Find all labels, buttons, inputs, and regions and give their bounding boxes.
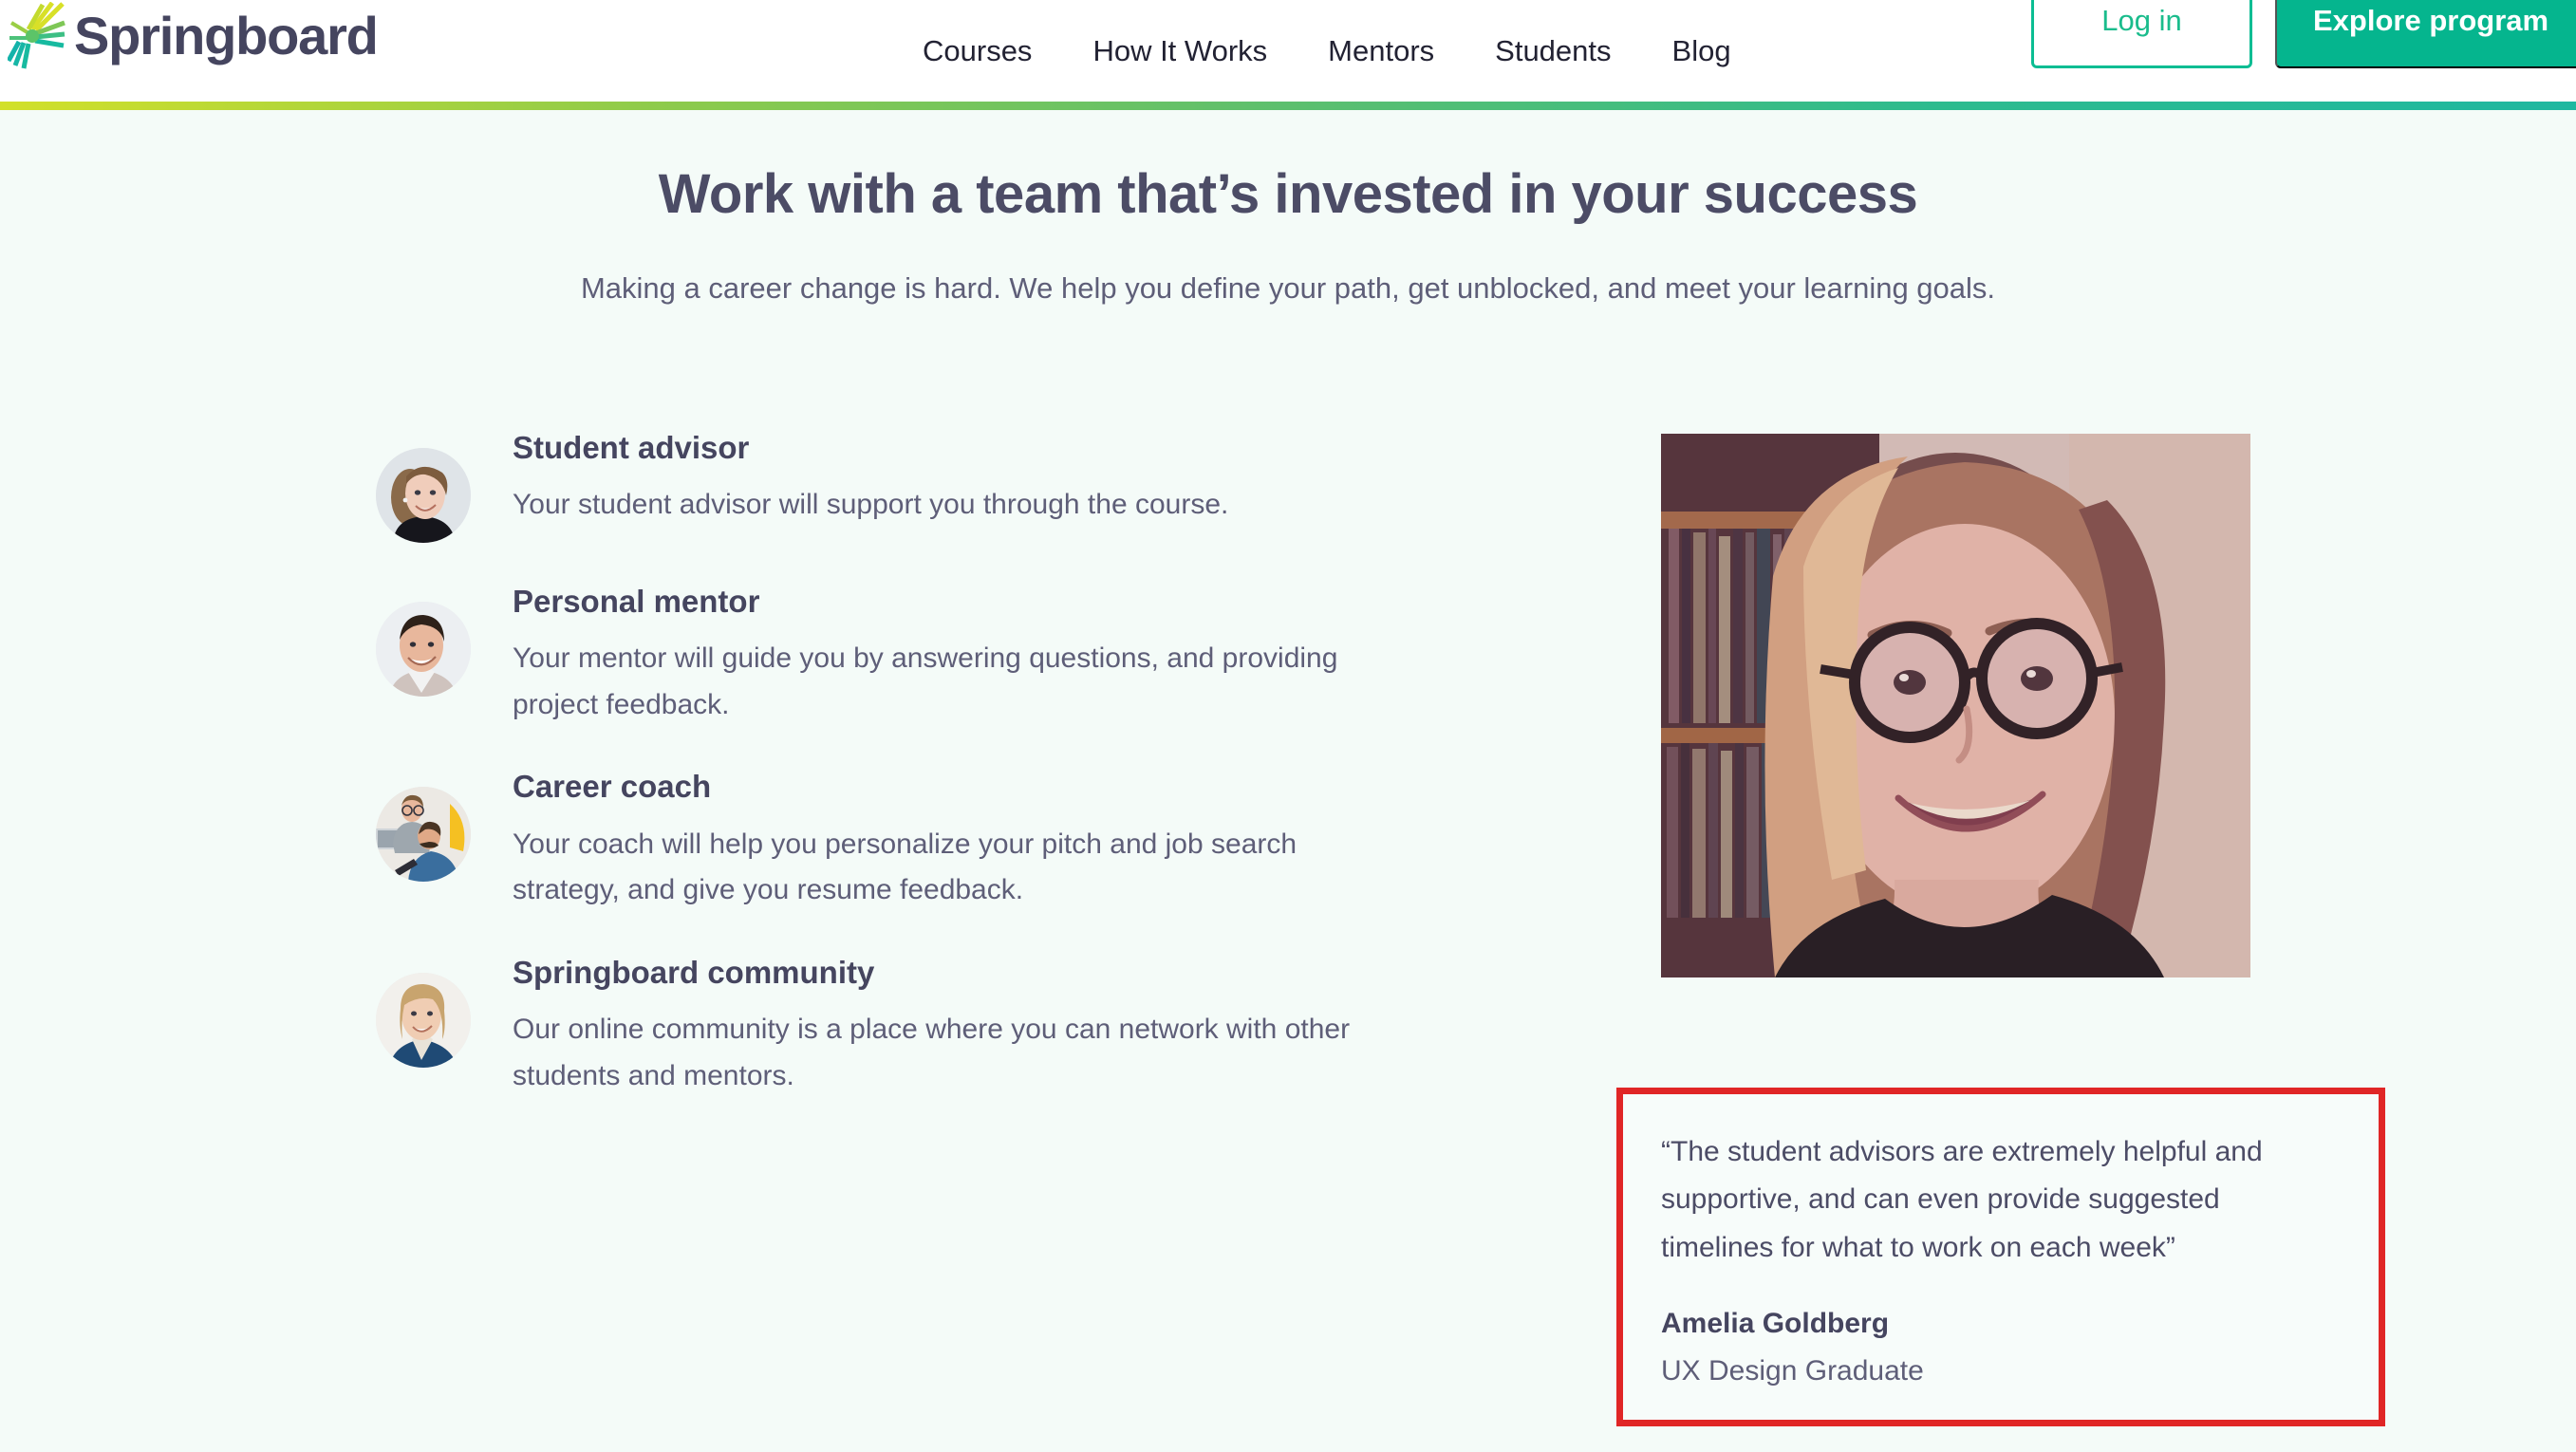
feature-title: Student advisor	[513, 430, 750, 465]
list-item: Career coach Your coach will help you pe…	[376, 770, 1477, 913]
header-actions: Log in Explore program	[2031, 0, 2576, 68]
explore-program-button[interactable]: Explore program	[2275, 0, 2576, 68]
nav-link-blog[interactable]: Blog	[1642, 36, 1762, 65]
testimonial-author-role: UX Design Graduate	[1661, 1355, 1924, 1387]
page-subtitle: Making a career change is hard. We help …	[580, 271, 1996, 305]
feature-description: Your coach will help you personalize you…	[513, 828, 1297, 906]
page-title: Work with a team that’s invested in your…	[658, 163, 1918, 225]
testimonial-quote: “The student advisors are extremely help…	[1661, 1136, 2263, 1263]
feature-description: Our online community is a place where yo…	[513, 1014, 1351, 1091]
avatar-student-advisor	[376, 448, 471, 543]
page-main: Work with a team that’s invested in your…	[0, 110, 2576, 1452]
feature-description: Your mentor will guide you by answering …	[513, 642, 1338, 720]
feature-list: Student advisor Your student advisor wil…	[376, 430, 1477, 1141]
testimonial-highlight-box: “The student advisors are extremely help…	[1616, 1088, 2385, 1427]
avatar-career-coach	[376, 787, 471, 883]
brand-wordmark: Springboard	[74, 6, 379, 65]
feature-title: Career coach	[513, 769, 712, 805]
feature-title: Personal mentor	[513, 584, 760, 619]
feature-text: Springboard community Our online communi…	[513, 954, 1405, 1099]
nav-link-students[interactable]: Students	[1465, 36, 1641, 65]
nav-link-courses[interactable]: Courses	[892, 36, 1062, 65]
feature-description: Your student advisor will support you th…	[513, 489, 1229, 521]
feature-text: Career coach Your coach will help you pe…	[513, 770, 1405, 913]
testimonial-card: “The student advisors are extremely help…	[1616, 1088, 2385, 1427]
avatar-personal-mentor	[376, 602, 471, 697]
feature-title: Springboard community	[513, 954, 875, 990]
login-button[interactable]: Log in	[2031, 0, 2252, 68]
nav-link-mentors[interactable]: Mentors	[1297, 36, 1465, 65]
list-item: Student advisor Your student advisor wil…	[376, 430, 1477, 543]
main-nav: Courses How It Works Mentors Students Bl…	[892, 0, 1762, 102]
feature-text: Student advisor Your student advisor wil…	[513, 430, 1229, 529]
brand-logo[interactable]: Springboard	[8, 2, 379, 70]
header-gradient-accent-bar	[0, 102, 2576, 110]
springboard-starburst-icon	[8, 2, 65, 69]
site-header: Springboard Courses How It Works Mentors…	[0, 0, 2576, 102]
testimonial-author-name: Amelia Goldberg	[1661, 1308, 1890, 1340]
testimonial-block: “The student advisors are extremely help…	[1616, 434, 2385, 1427]
feature-text: Personal mentor Your mentor will guide y…	[513, 584, 1405, 728]
testimonial-portrait-photo	[1661, 434, 2250, 977]
list-item: Springboard community Our online communi…	[376, 954, 1477, 1099]
avatar-springboard-community	[376, 972, 471, 1068]
nav-link-how-it-works[interactable]: How It Works	[1062, 36, 1297, 65]
list-item: Personal mentor Your mentor will guide y…	[376, 584, 1477, 728]
